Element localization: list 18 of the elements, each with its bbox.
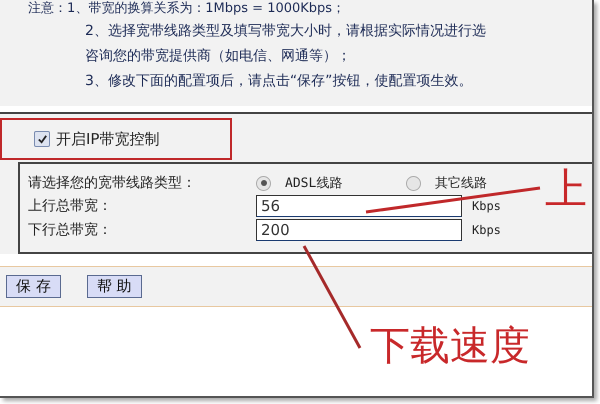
line-type-label: 请选择您的宽带线路类型： xyxy=(28,174,197,192)
note-text: 3、修改下面的配置项后，请点击“保存”按钮，使配置项生效。 xyxy=(84,72,474,91)
line-type-radio[interactable]: ADSL线路 xyxy=(256,174,406,192)
note-text: 2、选择宽带线路类型及填写带宽大小时，请根据实际情况进行选 xyxy=(84,22,487,41)
action-button[interactable]: 帮 助 xyxy=(86,275,142,298)
bandwidth-field[interactable]: 56 xyxy=(256,195,462,217)
enable-checkbox[interactable] xyxy=(34,131,50,147)
bandwidth-field[interactable]: 200 xyxy=(256,219,462,241)
note-text: 咨询您的带宽提供商（如电信、网通等）； xyxy=(84,47,352,66)
unit-label: Kbps xyxy=(472,199,501,213)
check-icon xyxy=(36,134,48,144)
note-text: 注意：1、带宽的换算关系为：1Mbps = 1000Kbps； xyxy=(27,0,346,17)
action-button[interactable]: 保 存 xyxy=(6,275,61,298)
bandwidth-label: 下行总带宽： xyxy=(28,221,113,239)
unit-label: Kbps xyxy=(472,223,501,237)
bandwidth-label: 上行总带宽： xyxy=(28,197,113,215)
annotation-text: 下载速度 xyxy=(370,326,530,366)
enable-label: 开启IP带宽控制 xyxy=(56,130,160,148)
